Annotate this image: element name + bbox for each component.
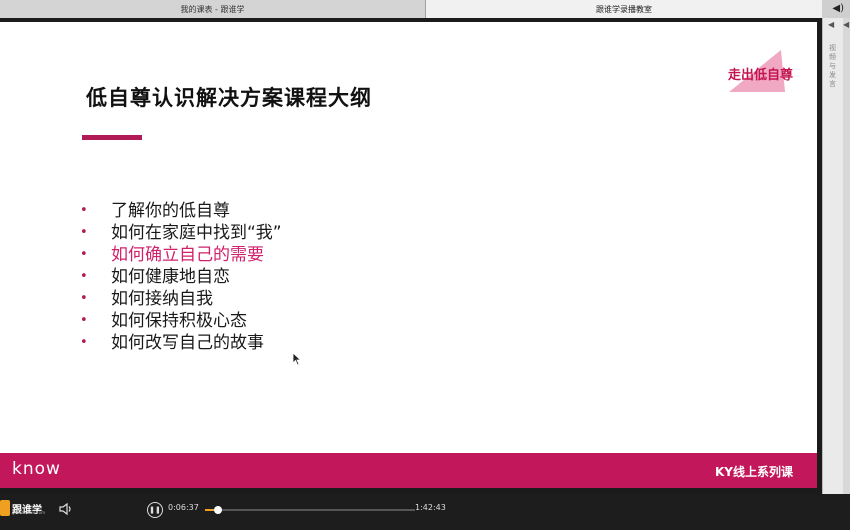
bullet-dot-icon: • <box>80 225 88 240</box>
bullet-item: • 如何接纳自我 <box>80 289 213 309</box>
series-label: KY线上系列课 <box>715 465 793 479</box>
bullet-list: • 了解你的低自尊 • 如何在家庭中找到“我” • 如何确立自己的需要 • 如何健康地自… <box>80 200 282 354</box>
pause-button[interactable]: ❚❚ <box>147 502 163 518</box>
bullet-item: • 如何保持积极心态 <box>80 311 247 331</box>
mouse-cursor-icon <box>292 352 302 366</box>
title-underline <box>82 135 142 140</box>
slide-tag: 走出低自尊 <box>728 68 794 83</box>
tab-my-schedule[interactable]: 我的课表 - 跟谁学 <box>0 0 426 18</box>
progress-knob[interactable] <box>214 506 223 514</box>
side-panel: ◀ 视频与发言 ◀ <box>822 18 850 494</box>
speaker-icon[interactable]: ◀) <box>832 3 844 14</box>
bullet-dot-icon: • <box>80 247 88 262</box>
current-time: 0:06:37 <box>168 503 199 512</box>
logo-mark-icon <box>0 500 10 516</box>
side-panel-label: 视频与发言 <box>829 44 836 88</box>
logo-subtext: genshuixue.com <box>12 510 45 515</box>
total-time: 1:42:43 <box>415 503 446 512</box>
bullet-dot-icon: • <box>80 269 88 284</box>
volume-icon[interactable] <box>58 502 74 516</box>
bullet-item-highlighted: • 如何确立自己的需要 <box>80 245 264 265</box>
side-panel-tab[interactable]: ◀ 视频与发言 <box>822 18 843 494</box>
tab-bar: 我的课表 - 跟谁学 跟谁学录播教室 ◀) <box>0 0 850 18</box>
tab-recording-classroom[interactable]: 跟谁学录播教室 <box>426 0 822 18</box>
collapse-arrow-icon[interactable]: ◀ <box>828 20 834 29</box>
bullet-item: • 如何健康地自恋 <box>80 267 230 287</box>
bullet-item: • 如何在家庭中找到“我” <box>80 223 282 243</box>
bullet-item: • 如何改写自己的故事 <box>80 333 264 353</box>
slide: 走出低自尊 低自尊认识解决方案课程大纲 • 了解你的低自尊 • 如何在家庭中找到“我… <box>0 22 817 488</box>
progress-track[interactable] <box>205 506 415 514</box>
bullet-dot-icon: • <box>80 313 88 328</box>
slide-title: 低自尊认识解决方案课程大纲 <box>86 86 372 110</box>
expand-arrow-icon[interactable]: ◀ <box>843 20 849 29</box>
bullet-dot-icon: • <box>80 203 88 218</box>
player-bar: 跟谁学 genshuixue.com ❚❚ 0:06:37 1:42:43 <box>0 494 850 530</box>
bullet-dot-icon: • <box>80 335 88 350</box>
slide-footer: know KY线上系列课 <box>0 453 817 488</box>
bullet-item: • 了解你的低自尊 <box>80 201 230 221</box>
bullet-dot-icon: • <box>80 291 88 306</box>
brand-logo: know <box>12 459 61 479</box>
